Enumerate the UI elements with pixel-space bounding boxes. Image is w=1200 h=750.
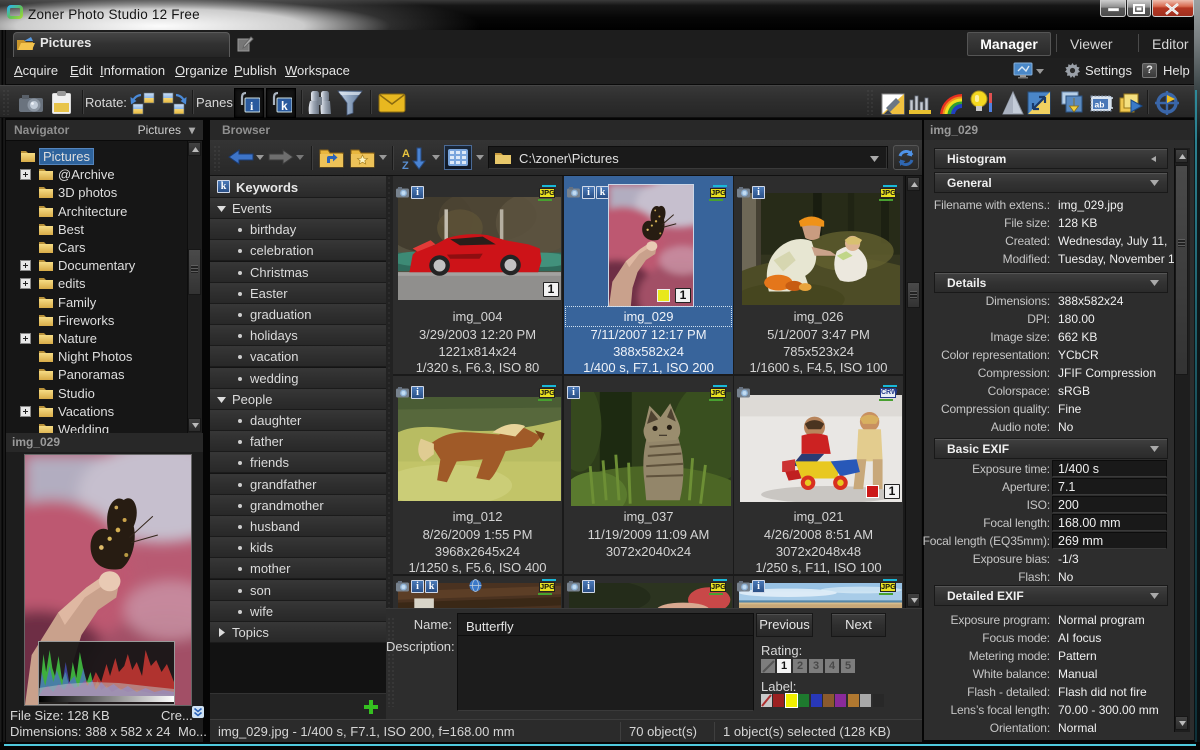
- svg-text:k: k: [281, 99, 288, 113]
- svg-text:Z: Z: [402, 160, 409, 170]
- svg-text:ab: ab: [1095, 100, 1105, 110]
- svg-text:A: A: [402, 148, 410, 160]
